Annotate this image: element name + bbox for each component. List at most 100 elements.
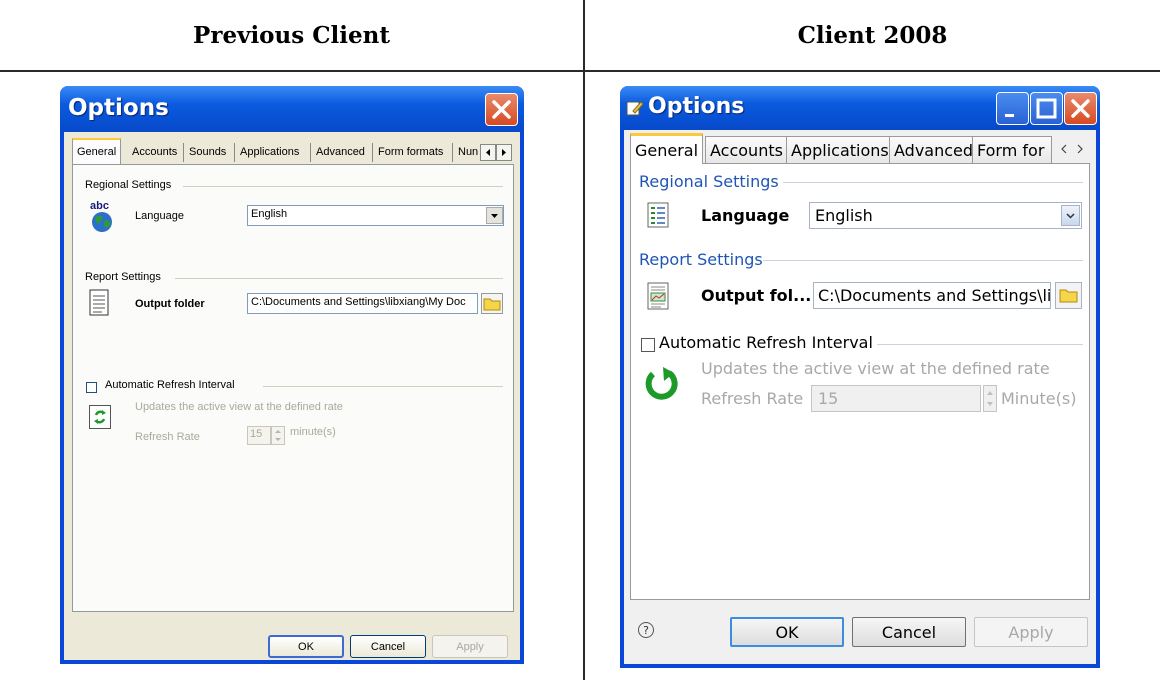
auto-refresh-checkbox[interactable] [641,338,655,352]
ok-button[interactable]: OK [730,617,844,647]
group-divider [175,278,503,279]
maximize-button[interactable] [1030,92,1063,125]
tab-separator [452,143,453,162]
arrow-right-icon [502,149,506,156]
refresh-unit: minute(s) [290,426,336,438]
tab-scroll-buttons[interactable] [1054,140,1090,158]
globe-icon: abc [87,199,117,233]
auto-refresh-checkbox[interactable] [86,382,97,393]
dialog-body: General Accounts Sounds Applications Adv… [64,132,520,660]
refresh-rate-value: 15 [250,428,263,440]
refresh-rate-input[interactable]: 15 [811,385,981,412]
language-dropdown-button[interactable] [486,207,503,224]
tab-scroll-left-button[interactable] [480,144,496,161]
output-folder-value: C:\Documents and Settings\lib [818,286,1051,305]
tab-sounds[interactable]: Sounds [185,140,230,163]
svg-text:abc: abc [90,200,109,212]
arrow-left-icon [486,149,490,156]
minimize-icon [1005,114,1014,117]
tab-separator [183,143,184,162]
regional-settings-heading: Regional Settings [639,172,779,191]
output-folder-input[interactable]: C:\Documents and Settings\libxiang\My Do… [247,293,478,314]
tab-general[interactable]: General [630,133,704,164]
output-folder-label: Output fol... [701,286,812,305]
report-icon [647,282,669,310]
general-tab-panel: Regional Settings Language English Repor… [630,163,1090,600]
output-folder-value: C:\Documents and Settings\libxiang\My Do… [251,296,466,308]
tab-accounts[interactable]: Accounts [705,136,788,164]
folder-icon [1059,289,1078,303]
close-button[interactable] [485,93,518,126]
cancel-button[interactable]: Cancel [852,617,966,647]
language-value: English [815,206,873,225]
auto-refresh-description: Updates the active view at the defined r… [701,359,1050,378]
output-folder-label: Output folder [135,298,205,310]
group-divider [877,344,1083,345]
cancel-button[interactable]: Cancel [350,635,426,658]
output-folder-input[interactable]: C:\Documents and Settings\lib [813,282,1051,309]
chevron-down-icon [491,214,498,218]
tab-scroll-arrows-icon [1061,144,1083,154]
auto-refresh-description: Updates the active view at the defined r… [135,401,343,413]
auto-refresh-label: Automatic Refresh Interval [105,379,235,391]
tab-form-formats[interactable]: Form for [972,136,1052,164]
tab-applications[interactable]: Applications [786,136,894,164]
refresh-icon [643,364,679,402]
language-select[interactable]: English [809,202,1082,229]
refresh-icon [89,405,111,429]
tab-separator [310,143,311,162]
tab-advanced[interactable]: Advanced [889,136,979,164]
tab-general[interactable]: General [72,138,122,164]
refresh-rate-input[interactable]: 15 [247,426,271,445]
refresh-rate-stepper[interactable] [271,426,285,445]
chevron-down-icon [1066,213,1075,219]
stepper-arrows-icon [987,391,993,406]
tab-truncated[interactable]: Nun [454,140,480,163]
auto-refresh-label: Automatic Refresh Interval [659,333,873,352]
browse-folder-button[interactable] [481,293,503,314]
folder-icon [483,298,501,311]
title-bar: Options [60,86,524,132]
dialog-body: General Accounts Applications Advanced F… [624,130,1096,664]
group-divider [263,386,503,387]
apply-button[interactable]: Apply [974,617,1088,647]
report-settings-heading: Report Settings [639,250,763,269]
tab-scroll-right-button[interactable] [496,144,512,161]
tab-advanced[interactable]: Advanced [312,140,369,163]
close-icon [492,100,511,119]
apply-button[interactable]: Apply [432,635,508,658]
dialog-title: Options [68,95,169,121]
general-tab-panel: Regional Settings abc Language English R… [72,164,514,612]
group-divider [763,260,1083,261]
minimize-button[interactable] [996,92,1029,125]
regional-settings-heading: Regional Settings [85,179,172,191]
title-bar: Options [620,86,1100,130]
help-icon[interactable]: ? [638,622,654,638]
refresh-unit: Minute(s) [1001,389,1077,408]
document-icon [89,289,111,317]
ok-button[interactable]: OK [268,635,344,658]
column-divider [583,0,585,680]
maximize-icon [1036,98,1057,119]
help-glyph: ? [643,623,649,637]
stepper-arrows-icon [275,430,281,441]
close-icon [1071,99,1090,118]
edit-icon [626,101,644,116]
refresh-rate-label: Refresh Rate [135,431,200,443]
language-label: Language [135,210,184,222]
close-button[interactable] [1064,92,1097,125]
language-value: English [251,208,288,220]
client-2008-dialog: Options General Accounts Applications Ad… [620,86,1100,668]
previous-client-dialog: Options General Accounts Sounds Applicat… [60,86,524,664]
left-column-header: Previous Client [193,21,390,49]
tab-separator [234,143,235,162]
language-select[interactable]: English [247,205,504,226]
tab-form-formats[interactable]: Form formats [374,140,447,163]
tab-applications[interactable]: Applications [236,140,303,163]
refresh-rate-stepper[interactable] [983,385,997,412]
language-dropdown-button[interactable] [1061,205,1080,226]
tab-accounts[interactable]: Accounts [128,140,181,163]
header-divider [0,70,1160,72]
language-label: Language [701,206,790,225]
browse-folder-button[interactable] [1055,282,1082,309]
